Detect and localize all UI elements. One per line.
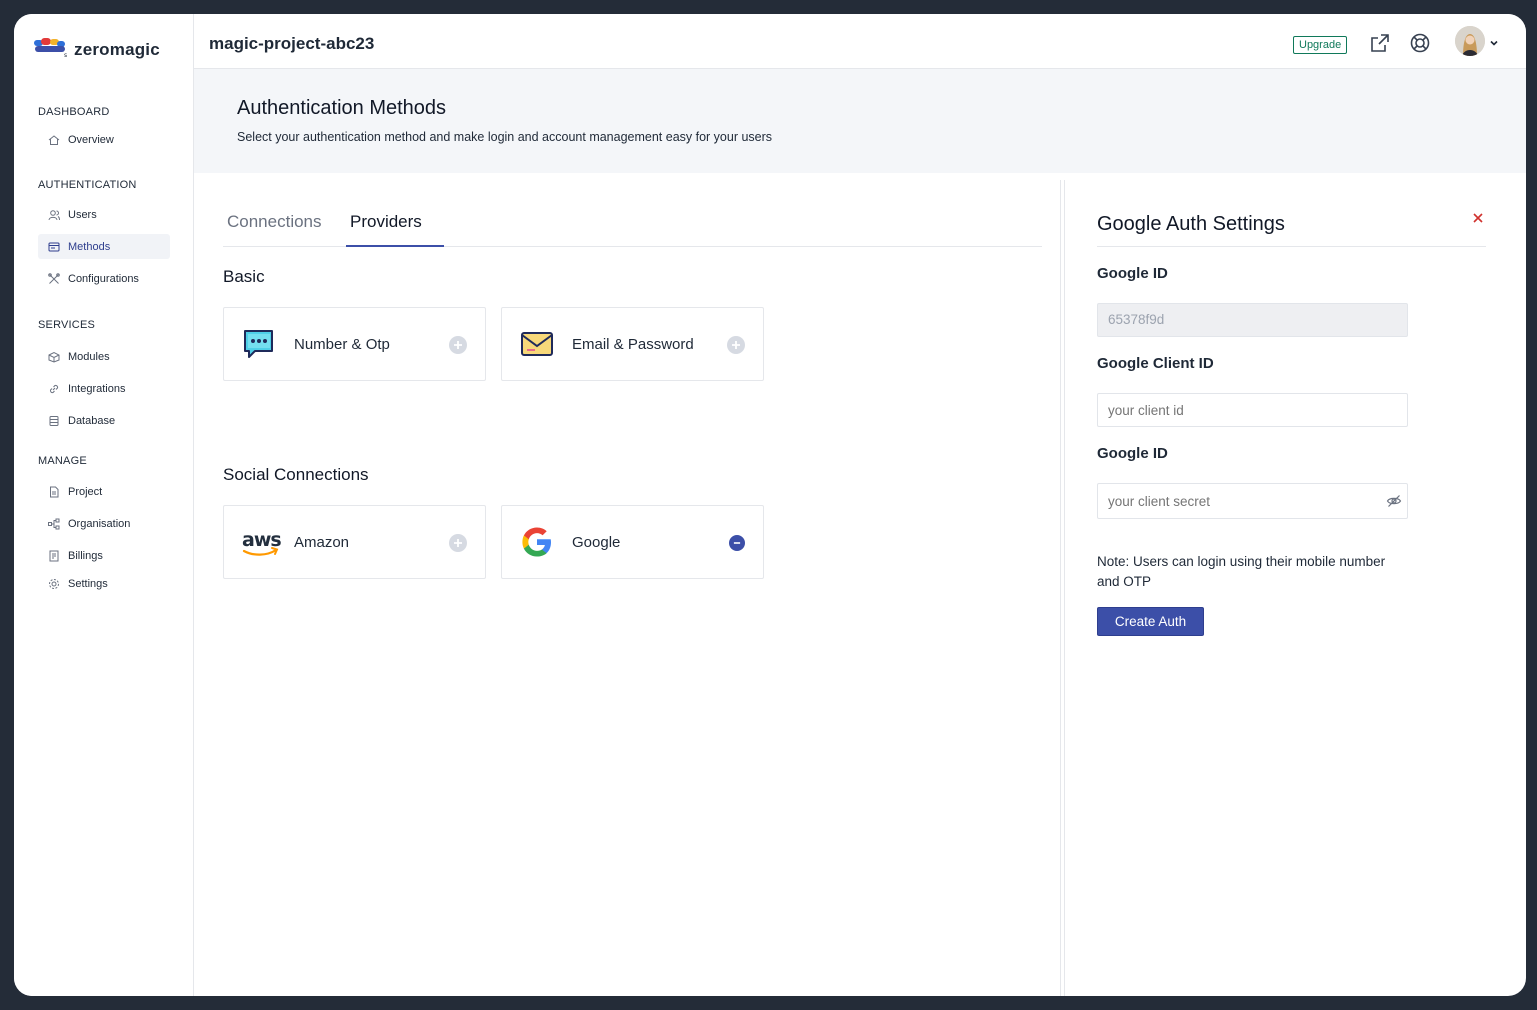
panel-title: Google Auth Settings: [1097, 213, 1285, 235]
sidebar-item-billings[interactable]: Billings: [38, 543, 170, 568]
card-label: Number & Otp: [294, 336, 390, 353]
add-provider-button[interactable]: [449, 534, 467, 552]
field-label-google-client-id: Google Client ID: [1097, 355, 1214, 372]
provider-card-google[interactable]: Google: [501, 505, 764, 579]
database-icon: [48, 415, 60, 427]
tabs: Connections Providers: [223, 209, 1042, 247]
eye-off-icon[interactable]: [1386, 493, 1402, 509]
nav-section-dashboard: DASHBOARD: [38, 106, 110, 118]
field-label-google-secret: Google ID: [1097, 445, 1168, 462]
sidebar-item-database[interactable]: Database: [38, 408, 170, 433]
nav-section-services: SERVICES: [38, 319, 96, 331]
provider-card-number-otp[interactable]: Number & Otp: [223, 307, 486, 381]
envelope-icon: [519, 326, 555, 362]
plus-icon: [454, 341, 462, 349]
org-icon: [48, 518, 60, 530]
plus-icon: [454, 539, 462, 547]
sidebar-item-methods[interactable]: Methods: [38, 234, 170, 259]
sidebar-item-label: Modules: [68, 350, 110, 363]
sidebar-item-label: Methods: [68, 240, 111, 253]
sidebar-item-overview[interactable]: Overview: [38, 127, 170, 152]
sidebar-item-label: Overview: [68, 133, 114, 146]
close-icon[interactable]: [1471, 211, 1485, 225]
tools-icon: [48, 272, 60, 285]
create-auth-button[interactable]: Create Auth: [1097, 607, 1204, 636]
card-label: Email & Password: [572, 336, 694, 353]
aws-logo-icon: aws: [241, 524, 282, 560]
google-logo-icon: [519, 524, 555, 560]
chevron-down-icon[interactable]: [1489, 35, 1499, 46]
minus-icon: [733, 542, 741, 544]
page-header: Authentication Methods Select your authe…: [194, 69, 1526, 173]
provider-card-amazon[interactable]: aws Amazon: [223, 505, 486, 579]
sidebar-item-integrations[interactable]: Integrations: [38, 376, 170, 401]
sidebar-item-label: Users: [68, 208, 97, 221]
panel-divider-line: [1097, 246, 1486, 247]
google-client-id-input[interactable]: [1097, 393, 1408, 427]
file-icon: [48, 486, 60, 498]
topbar: magic-project-abc23 Upgrade: [194, 14, 1526, 69]
billing-icon: [48, 550, 60, 562]
zeromagic-logo-icon: s: [34, 36, 68, 63]
sidebar-item-label: Organisation: [68, 517, 131, 530]
project-name[interactable]: magic-project-abc23: [209, 34, 374, 54]
google-id-field: 65378f9d: [1097, 303, 1408, 337]
gear-icon: [48, 578, 60, 590]
sidebar-item-label: Billings: [68, 549, 103, 562]
card-label: Google: [572, 534, 621, 551]
plus-icon: [732, 341, 740, 349]
field-label-google-id: Google ID: [1097, 265, 1168, 282]
sidebar-item-label: Database: [68, 414, 116, 427]
external-link-icon[interactable]: [1369, 32, 1391, 54]
app-window: s zeromagic DASHBOARD Overview AUTHENTIC…: [14, 14, 1526, 996]
brand[interactable]: s zeromagic: [34, 36, 160, 63]
google-client-secret-input[interactable]: [1097, 483, 1408, 519]
help-lifebuoy-icon[interactable]: [1409, 32, 1431, 54]
panel-note: Note: Users can login using their mobile…: [1097, 554, 1386, 589]
nav-section-manage: MANAGE: [38, 455, 87, 467]
sidebar-item-label: Configurations: [68, 272, 139, 285]
add-provider-button[interactable]: [727, 336, 745, 354]
home-icon: [48, 134, 60, 146]
sidebar-item-modules[interactable]: Modules: [38, 344, 170, 369]
add-provider-button[interactable]: [449, 336, 467, 354]
methods-icon: [48, 241, 60, 253]
sidebar-item-label: Integrations: [68, 382, 126, 395]
svg-text:aws: aws: [242, 529, 281, 551]
sidebar-item-label: Settings: [68, 577, 108, 590]
remove-provider-button[interactable]: [729, 535, 745, 551]
panel-divider: [1064, 180, 1065, 996]
page-title: Authentication Methods: [237, 97, 447, 119]
svg-text:s: s: [64, 52, 67, 58]
panel-divider: [1060, 180, 1061, 996]
provider-card-email-password[interactable]: Email & Password: [501, 307, 764, 381]
sidebar-item-project[interactable]: Project: [38, 479, 170, 504]
active-tab-indicator: [346, 245, 444, 247]
sidebar: s zeromagic DASHBOARD Overview AUTHENTIC…: [14, 14, 194, 996]
sidebar-item-users[interactable]: Users: [38, 202, 170, 227]
tab-providers[interactable]: Providers: [350, 212, 422, 232]
sidebar-item-settings[interactable]: Settings: [38, 571, 170, 596]
section-title-basic: Basic: [223, 267, 265, 286]
avatar[interactable]: [1455, 26, 1485, 56]
sidebar-item-organisation[interactable]: Organisation: [38, 511, 170, 536]
modules-icon: [48, 351, 60, 363]
tab-connections[interactable]: Connections: [227, 212, 322, 232]
sidebar-item-label: Project: [68, 485, 103, 498]
upgrade-button[interactable]: Upgrade: [1293, 36, 1348, 54]
nav-section-authentication: AUTHENTICATION: [38, 179, 137, 191]
users-icon: [48, 209, 60, 221]
chat-bubble-icon: [241, 326, 277, 362]
card-label: Amazon: [294, 534, 350, 551]
brand-name: zeromagic: [74, 39, 160, 59]
link-icon: [48, 383, 60, 395]
section-title-social: Social Connections: [223, 465, 369, 484]
sidebar-item-configurations[interactable]: Configurations: [38, 266, 170, 291]
page-subtitle: Select your authentication method and ma…: [237, 130, 773, 144]
